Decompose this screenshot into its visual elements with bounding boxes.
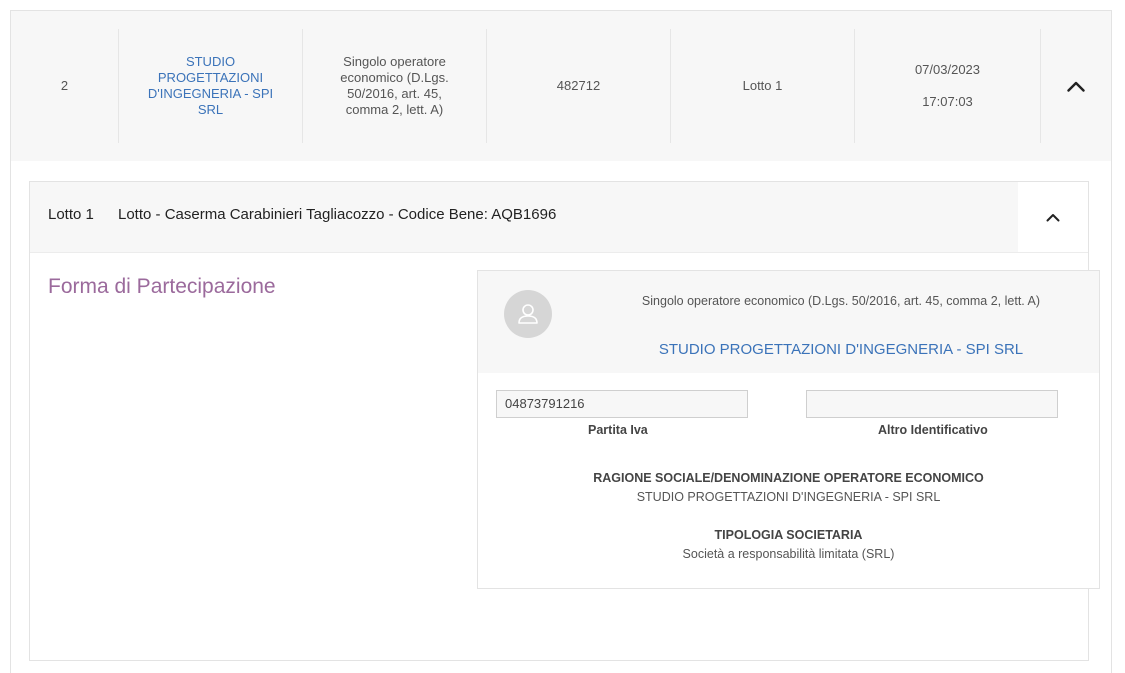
offer-code: 482712 xyxy=(487,29,671,143)
card-operator-name: STUDIO PROGETTAZIONI D'INGEGNERIA - SPI … xyxy=(658,341,1024,358)
participation-card: Singolo operatore economico (D.Lgs. 50/2… xyxy=(477,270,1100,589)
table-row: 2 STUDIO PROGETTAZIONI D'INGEGNERIA - SP… xyxy=(11,11,1111,161)
row-collapse-button[interactable] xyxy=(1041,29,1111,143)
participants-container: 2 STUDIO PROGETTAZIONI D'INGEGNERIA - SP… xyxy=(10,10,1112,673)
ragione-sociale-label: RAGIONE SOCIALE/DENOMINAZIONE OPERATORE … xyxy=(593,471,984,485)
ragione-sociale-value: STUDIO PROGETTAZIONI D'INGEGNERIA - SPI … xyxy=(636,490,941,504)
chevron-up-icon[interactable] xyxy=(1046,212,1060,222)
offer-code-text: 482712 xyxy=(556,78,601,93)
lot-panel: Lotto 1 Lotto - Caserma Carabinieri Tagl… xyxy=(29,181,1100,661)
card-participation-type: Singolo operatore economico (D.Lgs. 50/2… xyxy=(641,294,1041,308)
card-header: Singolo operatore economico (D.Lgs. 50/2… xyxy=(478,271,1099,373)
row-index-text: 2 xyxy=(60,78,69,93)
operator-name-text[interactable]: STUDIO PROGETTAZIONI D'INGEGNERIA - SPI … xyxy=(146,54,276,118)
row-index: 2 xyxy=(11,29,119,143)
altro-identificativo-field xyxy=(806,390,1058,418)
chevron-up-icon[interactable] xyxy=(1067,80,1085,92)
lot-collapse-button[interactable] xyxy=(1018,182,1088,252)
participation-type: Singolo operatore economico (D.Lgs. 50/2… xyxy=(303,29,487,143)
submission-date: 07/03/2023 xyxy=(914,62,981,77)
lot-panel-header[interactable]: Lotto 1 Lotto - Caserma Carabinieri Tagl… xyxy=(30,182,1088,253)
lot-number: Lotto 1 xyxy=(48,206,94,223)
avatar xyxy=(504,290,552,338)
submission-datetime-text: 07/03/2023 17:07:03 xyxy=(898,62,998,110)
lot-title: Lotto - Caserma Carabinieri Tagliacozzo … xyxy=(118,206,557,223)
participation-type-text: Singolo operatore economico (D.Lgs. 50/2… xyxy=(340,54,449,117)
tipologia-label: TIPOLOGIA SOCIETARIA xyxy=(714,528,863,542)
submission-datetime: 07/03/2023 17:07:03 xyxy=(855,29,1041,143)
submission-time: 17:07:03 xyxy=(922,94,973,109)
tipologia-value: Società a responsabilità limitata (SRL) xyxy=(682,547,895,561)
partita-iva-field: 04873791216 xyxy=(496,390,748,418)
altro-identificativo-label: Altro Identificativo xyxy=(878,423,988,437)
section-title: Forma di Partecipazione xyxy=(48,275,276,298)
operator-name-link[interactable]: STUDIO PROGETTAZIONI D'INGEGNERIA - SPI … xyxy=(119,29,303,143)
partita-iva-label: Partita Iva xyxy=(588,423,648,437)
lot-cell: Lotto 1 xyxy=(671,29,855,143)
user-icon xyxy=(518,304,538,324)
lot-cell-text: Lotto 1 xyxy=(742,78,783,93)
